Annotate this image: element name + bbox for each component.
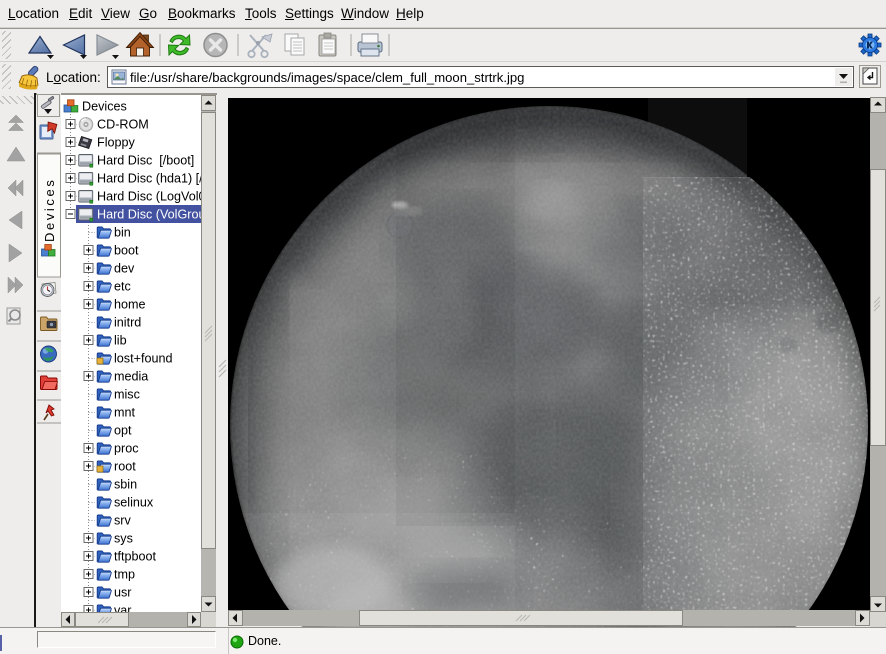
svg-text:var: var	[114, 604, 132, 613]
svg-text:opt: opt	[114, 424, 132, 438]
svg-text:Devices: Devices	[82, 100, 127, 114]
svg-text:dev: dev	[114, 262, 135, 276]
svg-text:initrd: initrd	[114, 316, 141, 330]
svg-text:Floppy: Floppy	[97, 136, 136, 150]
svg-text:lost+found: lost+found	[114, 352, 172, 366]
svg-text:media: media	[114, 370, 148, 384]
svg-text:CD-ROM: CD-ROM	[97, 118, 149, 132]
svg-text:etc: etc	[114, 280, 131, 294]
svg-text:Hard Disc [/boot]: Hard Disc [/boot]	[97, 154, 194, 168]
svg-text:tftpboot: tftpboot	[114, 550, 157, 564]
svg-text:sys: sys	[114, 532, 133, 546]
svg-text:home: home	[114, 298, 146, 312]
svg-text:selinux: selinux	[114, 496, 154, 510]
svg-text:misc: misc	[114, 388, 140, 402]
svg-text:Hard Disc (LogVol0: Hard Disc (LogVol0	[97, 190, 201, 204]
svg-text:mnt: mnt	[114, 406, 135, 420]
svg-text:tmp: tmp	[114, 568, 135, 582]
svg-text:Hard Disc (VolGrou: Hard Disc (VolGrou	[97, 208, 201, 222]
svg-text:srv: srv	[114, 514, 131, 528]
svg-text:sbin: sbin	[114, 478, 137, 492]
svg-text:root: root	[114, 460, 136, 474]
svg-text:boot: boot	[114, 244, 139, 258]
svg-text:bin: bin	[114, 226, 131, 240]
svg-text:proc: proc	[114, 442, 139, 456]
svg-text:usr: usr	[114, 586, 132, 600]
svg-text:lib: lib	[114, 334, 127, 348]
svg-text:Hard Disc (hda1) [/: Hard Disc (hda1) [/	[97, 172, 201, 186]
svg-text:Devices: Devices	[42, 178, 57, 242]
